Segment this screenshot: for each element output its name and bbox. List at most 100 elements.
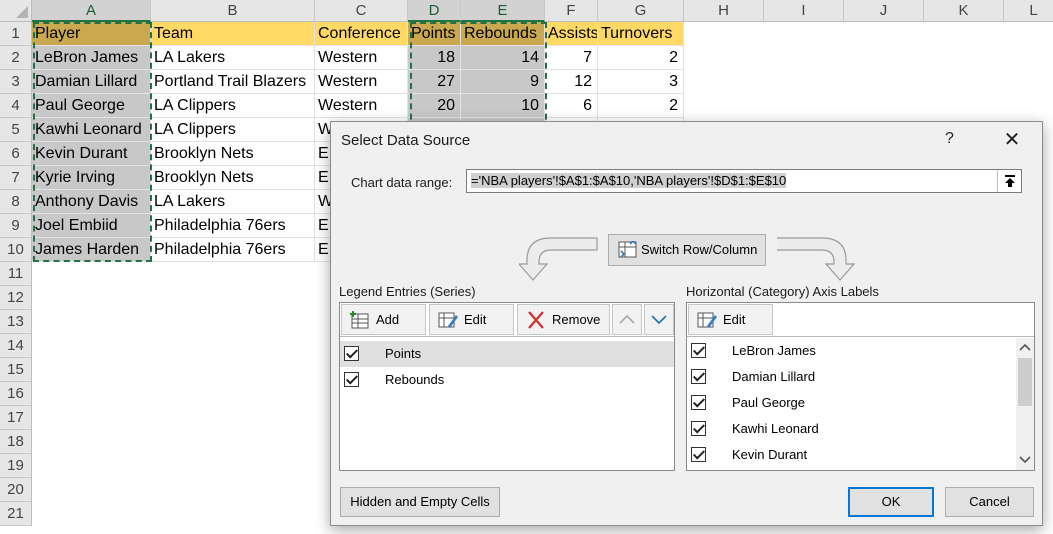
table-cell[interactable]: James Harden xyxy=(32,238,151,262)
table-cell[interactable]: 20 xyxy=(408,94,461,118)
header-cell[interactable]: Points xyxy=(408,22,461,46)
remove-series-button[interactable]: Remove xyxy=(517,304,610,335)
edit-series-button[interactable]: Edit xyxy=(429,304,514,335)
column-header[interactable]: H xyxy=(684,0,764,22)
row-header[interactable]: 19 xyxy=(0,454,32,478)
column-header[interactable]: D xyxy=(408,0,461,22)
row-header[interactable]: 7 xyxy=(0,166,32,190)
help-icon[interactable]: ? xyxy=(945,130,954,148)
scroll-down-icon[interactable] xyxy=(1019,455,1031,465)
category-item[interactable]: Damian Lillard xyxy=(687,364,1016,390)
row-header[interactable]: 13 xyxy=(0,310,32,334)
series-item-rebounds[interactable]: Rebounds xyxy=(340,367,674,393)
table-cell[interactable]: Damian Lillard xyxy=(32,70,151,94)
table-cell[interactable]: 7 xyxy=(545,46,598,70)
table-cell[interactable]: 2 xyxy=(598,94,684,118)
row-header[interactable]: 11 xyxy=(0,262,32,286)
series-item-points[interactable]: Points xyxy=(340,341,674,367)
close-icon[interactable]: ✕ xyxy=(999,127,1025,153)
column-header[interactable]: E xyxy=(461,0,545,22)
table-cell[interactable]: 6 xyxy=(545,94,598,118)
column-header[interactable]: F xyxy=(545,0,598,22)
table-cell[interactable]: 10 xyxy=(461,94,545,118)
row-header[interactable]: 21 xyxy=(0,502,32,526)
row-header[interactable]: 9 xyxy=(0,214,32,238)
category-item[interactable]: LeBron James xyxy=(687,338,1016,364)
row-header[interactable]: 17 xyxy=(0,406,32,430)
table-cell[interactable]: 2 xyxy=(598,46,684,70)
checkbox-icon[interactable] xyxy=(691,447,706,462)
header-cell[interactable]: Team xyxy=(151,22,315,46)
checkbox-icon[interactable] xyxy=(344,372,359,387)
select-all-corner[interactable] xyxy=(0,0,32,22)
category-scrollbar[interactable] xyxy=(1016,338,1034,470)
header-cell[interactable]: Turnovers xyxy=(598,22,684,46)
column-header[interactable]: G xyxy=(598,0,684,22)
table-cell[interactable]: 12 xyxy=(545,70,598,94)
header-cell[interactable]: Rebounds xyxy=(461,22,545,46)
table-cell[interactable]: 18 xyxy=(408,46,461,70)
table-cell[interactable]: Brooklyn Nets xyxy=(151,166,315,190)
row-header[interactable]: 10 xyxy=(0,238,32,262)
category-item[interactable]: Kevin Durant xyxy=(687,442,1016,468)
checkbox-icon[interactable] xyxy=(691,395,706,410)
table-cell[interactable]: Portland Trail Blazers xyxy=(151,70,315,94)
table-cell[interactable]: LA Lakers xyxy=(151,190,315,214)
checkbox-icon[interactable] xyxy=(344,346,359,361)
cancel-button[interactable]: Cancel xyxy=(945,487,1034,517)
header-cell[interactable]: Conference xyxy=(315,22,408,46)
table-cell[interactable]: LA Clippers xyxy=(151,118,315,142)
table-cell[interactable]: Western xyxy=(315,94,408,118)
table-cell[interactable]: 27 xyxy=(408,70,461,94)
column-header[interactable]: B xyxy=(151,0,315,22)
column-header[interactable]: J xyxy=(844,0,924,22)
move-down-button[interactable] xyxy=(644,304,674,335)
checkbox-icon[interactable] xyxy=(691,343,706,358)
table-cell[interactable]: Western xyxy=(315,46,408,70)
add-series-button[interactable]: Add xyxy=(341,304,426,335)
table-cell[interactable]: 14 xyxy=(461,46,545,70)
column-header[interactable]: K xyxy=(924,0,1004,22)
row-header[interactable]: 6 xyxy=(0,142,32,166)
table-cell[interactable]: Kawhi Leonard xyxy=(32,118,151,142)
table-cell[interactable]: Western xyxy=(315,70,408,94)
row-header[interactable]: 16 xyxy=(0,382,32,406)
ok-button[interactable]: OK xyxy=(848,487,934,517)
collapse-dialog-icon[interactable] xyxy=(997,170,1021,192)
table-cell[interactable]: Philadelphia 76ers xyxy=(151,238,315,262)
row-header[interactable]: 20 xyxy=(0,478,32,502)
column-header[interactable]: L xyxy=(1004,0,1053,22)
header-cell[interactable]: Assists xyxy=(545,22,598,46)
row-header[interactable]: 12 xyxy=(0,286,32,310)
checkbox-icon[interactable] xyxy=(691,369,706,384)
table-cell[interactable]: LA Clippers xyxy=(151,94,315,118)
row-header[interactable]: 4 xyxy=(0,94,32,118)
column-header[interactable]: I xyxy=(764,0,844,22)
table-cell[interactable]: 3 xyxy=(598,70,684,94)
scroll-up-icon[interactable] xyxy=(1019,342,1031,352)
scroll-thumb[interactable] xyxy=(1018,358,1032,406)
row-header[interactable]: 8 xyxy=(0,190,32,214)
move-up-button[interactable] xyxy=(612,304,642,335)
table-cell[interactable]: Paul George xyxy=(32,94,151,118)
table-cell[interactable]: Kevin Durant xyxy=(32,142,151,166)
column-header[interactable]: C xyxy=(315,0,408,22)
row-header[interactable]: 2 xyxy=(0,46,32,70)
category-item[interactable]: Kawhi Leonard xyxy=(687,416,1016,442)
column-header[interactable]: A xyxy=(32,0,151,22)
header-cell[interactable]: Player xyxy=(32,22,151,46)
checkbox-icon[interactable] xyxy=(691,421,706,436)
hidden-empty-cells-button[interactable]: Hidden and Empty Cells xyxy=(340,487,500,517)
table-cell[interactable]: Anthony Davis xyxy=(32,190,151,214)
table-cell[interactable]: 9 xyxy=(461,70,545,94)
table-cell[interactable]: Philadelphia 76ers xyxy=(151,214,315,238)
category-item[interactable]: Paul George xyxy=(687,390,1016,416)
row-header[interactable]: 15 xyxy=(0,358,32,382)
row-header[interactable]: 3 xyxy=(0,70,32,94)
edit-axis-labels-button[interactable]: Edit xyxy=(688,304,773,335)
table-cell[interactable]: Brooklyn Nets xyxy=(151,142,315,166)
row-header[interactable]: 14 xyxy=(0,334,32,358)
row-header[interactable]: 18 xyxy=(0,430,32,454)
table-cell[interactable]: Joel Embiid xyxy=(32,214,151,238)
row-header[interactable]: 5 xyxy=(0,118,32,142)
